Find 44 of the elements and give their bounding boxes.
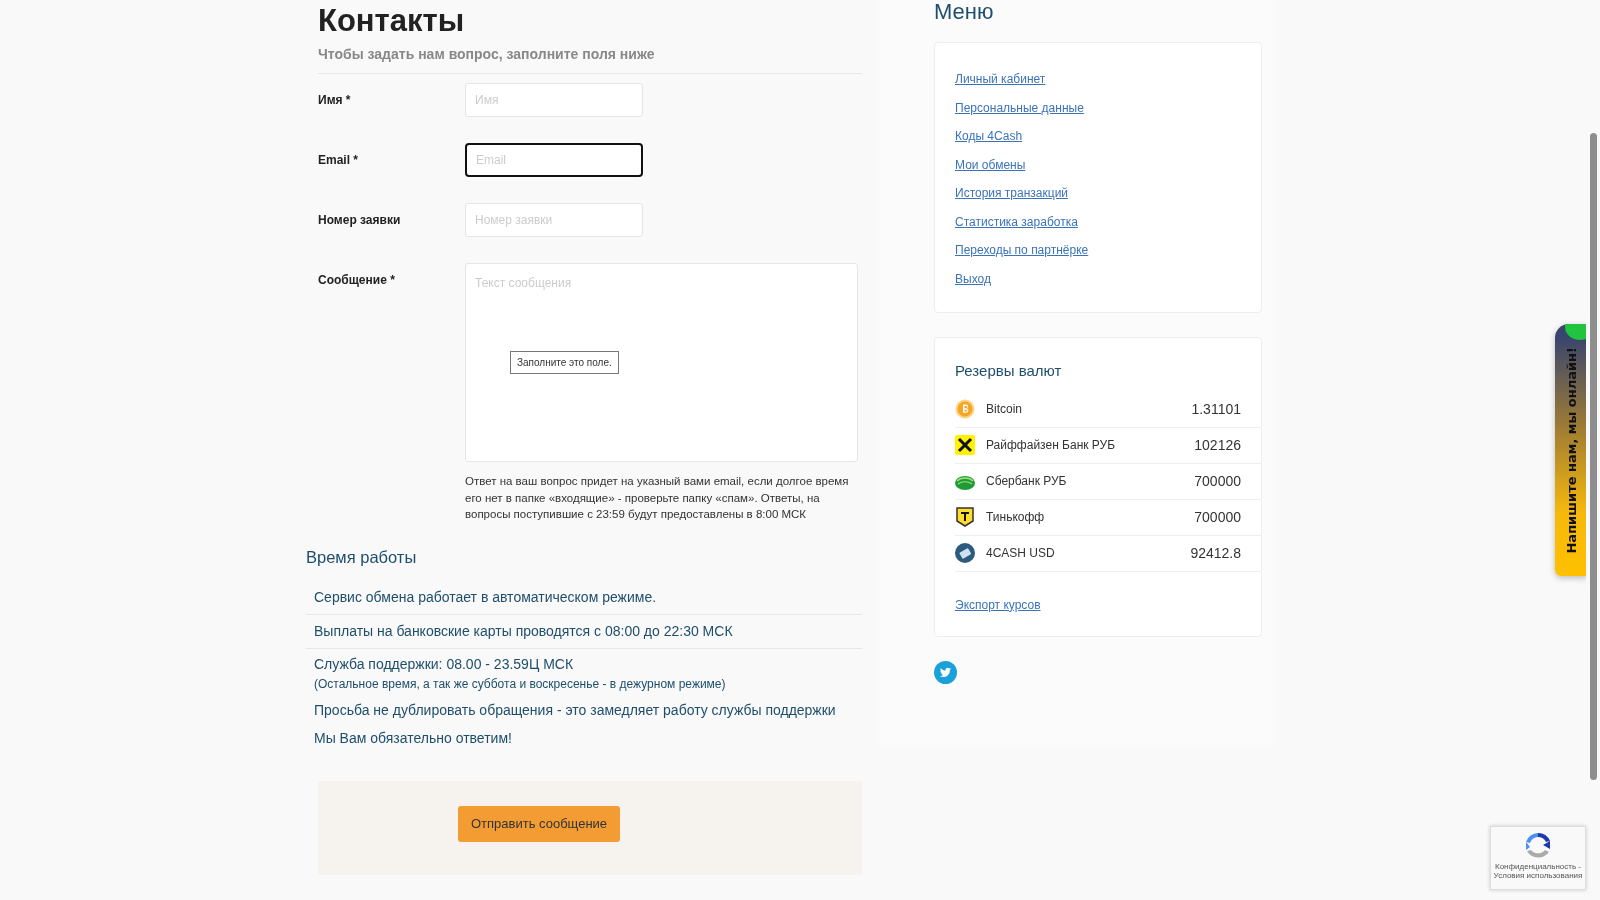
field-label: Сообщение * (318, 272, 396, 289)
send-message-button[interactable]: Отправить сообщение (458, 806, 621, 842)
page-title: Контакты (318, 2, 466, 40)
reserve-amount: 700000 (1194, 507, 1241, 527)
menu-link[interactable]: Личный кабинет (955, 72, 1241, 86)
recaptcha-links[interactable]: Конфиденциальность - Условия использования (1491, 862, 1585, 880)
menu-link[interactable]: Персональные данные (955, 100, 1241, 115)
currency-name: 4CASH USD (986, 545, 1056, 562)
info-note: (Остальное время, а так же суббота и воскресенье - в дежурном режиме) (314, 676, 727, 694)
currency-name: Райффайзен Банк РУБ (986, 437, 1117, 454)
page-subtitle: Чтобы задать нам вопрос, заполните поля ниже (318, 44, 862, 74)
menu-link[interactable]: Переходы по партнёрке (955, 243, 1241, 257)
menu-link[interactable]: Выход (955, 271, 1241, 286)
currency-name: Сбербанк РУБ (986, 473, 1068, 490)
menu-link[interactable]: История транзакций (955, 186, 1241, 200)
card-icon (955, 543, 975, 563)
field-label: Номер заявки (318, 212, 402, 229)
menu-link[interactable]: Коды 4Cash (955, 129, 1241, 143)
currency-name: Bitcoin (986, 401, 1024, 418)
currency-name: Тинькофф (986, 509, 1046, 526)
reserve-amount: 700000 (1194, 471, 1241, 491)
bitcoin-icon (955, 399, 975, 419)
info-text: Сервис обмена работает в автоматическом режиме. (314, 589, 657, 606)
export-rates-link[interactable]: Экспорт курсов (955, 597, 1261, 612)
chat-tab[interactable]: Напишите нам, мы онлайн! (1555, 324, 1588, 576)
reserve-amount: 102126 (1194, 435, 1241, 455)
field-label: Email * (318, 152, 360, 169)
info-text: Служба поддержки: 08.00 - 23.59Ц МСК (314, 656, 574, 673)
reserve-amount: 1.31101 (1191, 399, 1241, 419)
info-text: Выплаты на банковские карты проводятся с 08:00 до 22:30 МСК (314, 623, 733, 640)
section-title: Время работы (306, 546, 418, 568)
validation-tooltip: Заполните это поле. (510, 351, 619, 374)
crossed-keys-icon (955, 435, 975, 455)
reserve-amount: 92412.8 (1190, 543, 1241, 563)
reserves-title: Резервы валют (955, 361, 1063, 381)
info-text: Мы Вам обязательно ответим! (314, 730, 512, 747)
twitter-icon[interactable] (934, 660, 957, 684)
field-label: Имя * (318, 92, 352, 109)
info-text: Просьба не дублировать обращения - это замедляет работу службы поддержки (314, 702, 836, 719)
form-note: Ответ на ваш вопрос придет на указный вами email, если долгое время его нет в папке «входящие» - проверьте папку «спам». Ответы, на вопросы поступившие с 23:59 будут предоставлены в 8:00 МСК (465, 474, 850, 522)
menu-title: Меню (934, 0, 995, 24)
menu-link[interactable]: Статистика заработка (955, 214, 1241, 229)
shield-icon (955, 507, 975, 527)
menu-link[interactable]: Мои обмены (955, 157, 1241, 172)
